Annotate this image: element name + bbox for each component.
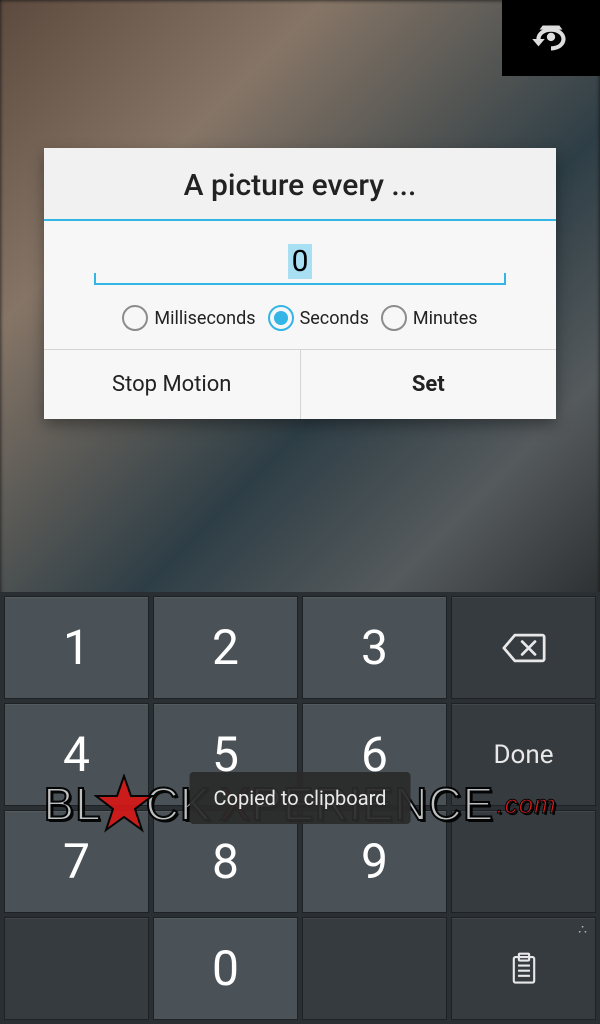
unit-radio-milliseconds[interactable]: Milliseconds (122, 305, 255, 331)
stop-motion-button[interactable]: Stop Motion (44, 350, 300, 419)
dialog-title: A picture every ... (44, 148, 556, 219)
key-clipboard[interactable]: ∴ (451, 917, 596, 1020)
radio-label: Milliseconds (154, 308, 255, 329)
camera-switch-icon (526, 13, 576, 63)
radio-label: Minutes (413, 308, 478, 329)
radio-icon (381, 305, 407, 331)
radio-icon-selected (268, 305, 294, 331)
set-button[interactable]: Set (300, 350, 557, 419)
interval-input[interactable]: 0 (94, 237, 506, 285)
key-2[interactable]: 2 (153, 596, 298, 699)
key-blank-1 (451, 810, 596, 913)
key-3[interactable]: 3 (302, 596, 447, 699)
toast-message: Copied to clipboard (190, 772, 411, 824)
unit-radio-seconds[interactable]: Seconds (268, 305, 369, 331)
key-backspace[interactable] (451, 596, 596, 699)
key-blank-2 (4, 917, 149, 1020)
key-7[interactable]: 7 (4, 810, 149, 913)
unit-radio-minutes[interactable]: Minutes (381, 305, 478, 331)
key-done[interactable]: Done (451, 703, 596, 806)
switch-camera-button[interactable] (502, 0, 600, 76)
interval-dialog: A picture every ... 0 Milliseconds Secon… (44, 148, 556, 419)
key-9[interactable]: 9 (302, 810, 447, 913)
radio-label: Seconds (300, 308, 369, 329)
backspace-icon (502, 631, 546, 665)
key-blank-3 (302, 917, 447, 1020)
interval-value: 0 (288, 244, 313, 279)
key-0[interactable]: 0 (153, 917, 298, 1020)
key-4[interactable]: 4 (4, 703, 149, 806)
more-indicator-icon: ∴ (578, 922, 589, 938)
unit-radio-group: Milliseconds Seconds Minutes (44, 291, 556, 349)
key-1[interactable]: 1 (4, 596, 149, 699)
clipboard-icon (507, 952, 541, 986)
radio-icon (122, 305, 148, 331)
key-8[interactable]: 8 (153, 810, 298, 913)
